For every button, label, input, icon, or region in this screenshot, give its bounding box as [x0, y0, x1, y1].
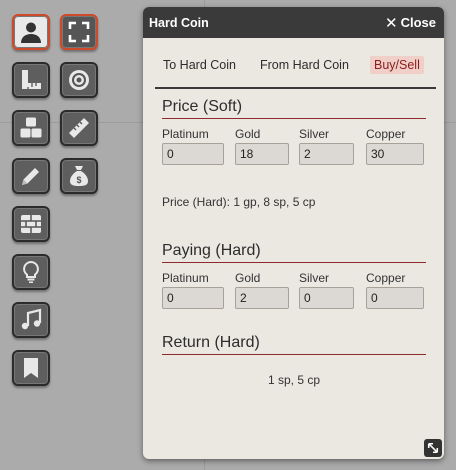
music-note-icon: [21, 308, 42, 330]
close-button[interactable]: ✕ Close: [385, 14, 436, 32]
price-soft-fields: Platinum Gold Silver Copper: [162, 127, 426, 175]
dialog-titlebar[interactable]: Hard Coin ✕ Close: [143, 7, 444, 38]
lightbulb-icon: [23, 260, 39, 283]
bookmark-icon: [24, 358, 38, 378]
target-tool-button[interactable]: [60, 62, 98, 98]
tab-to-hard-coin[interactable]: To Hard Coin: [163, 58, 236, 72]
paying-hard-heading: Paying (Hard): [162, 241, 426, 263]
hard-coin-dialog: Hard Coin ✕ Close To Hard Coin From Hard…: [143, 7, 444, 459]
money-bag-icon: $: [70, 166, 88, 186]
person-icon: [21, 22, 41, 43]
price-hard-text: Price (Hard): 1 gp, 8 sp, 5 cp: [162, 195, 316, 209]
tab-buy-sell[interactable]: Buy/Sell: [370, 56, 424, 74]
close-label: Close: [400, 15, 436, 30]
price-silver-input[interactable]: [299, 143, 354, 165]
gold-label: Gold: [235, 271, 261, 285]
money-tool-button[interactable]: $: [60, 158, 98, 194]
tab-bar: To Hard Coin From Hard Coin Buy/Sell: [155, 38, 436, 89]
target-icon: [69, 70, 89, 90]
wall-tool-button[interactable]: [12, 206, 50, 242]
select-tool-button[interactable]: [12, 14, 50, 50]
tab-from-hard-coin[interactable]: From Hard Coin: [260, 58, 349, 72]
paying-platinum-input[interactable]: [162, 287, 224, 309]
paying-hard-section: Paying (Hard) Platinum Gold Silver Coppe…: [162, 241, 426, 319]
draw-tool-button[interactable]: [12, 158, 50, 194]
resize-handle[interactable]: [424, 439, 442, 457]
copper-label: Copper: [366, 127, 406, 141]
paying-copper-input[interactable]: [366, 287, 424, 309]
price-soft-heading: Price (Soft): [162, 97, 426, 119]
price-copper-input[interactable]: [366, 143, 424, 165]
cubes-tool-button[interactable]: [12, 110, 50, 146]
platinum-label: Platinum: [162, 271, 209, 285]
copper-label: Copper: [366, 271, 406, 285]
hint-tool-button[interactable]: [12, 254, 50, 290]
return-hard-heading: Return (Hard): [162, 333, 426, 355]
price-soft-section: Price (Soft) Platinum Gold Silver Copper…: [162, 97, 426, 209]
ruler-square-icon: [22, 70, 41, 89]
silver-label: Silver: [299, 271, 330, 285]
expand-corners-icon: [68, 21, 90, 43]
ruler-icon: [69, 118, 89, 138]
paying-silver-input[interactable]: [299, 287, 354, 309]
cubes-icon: [20, 117, 42, 138]
price-platinum-input[interactable]: [162, 143, 224, 165]
bookmark-tool-button[interactable]: [12, 350, 50, 386]
svg-text:$: $: [76, 175, 81, 185]
silver-label: Silver: [299, 127, 330, 141]
return-hard-section: Return (Hard) 1 sp, 5 cp: [162, 333, 426, 387]
gold-label: Gold: [235, 127, 261, 141]
brick-wall-icon: [21, 215, 41, 233]
platinum-label: Platinum: [162, 127, 209, 141]
return-hard-value: 1 sp, 5 cp: [267, 373, 321, 387]
price-gold-input[interactable]: [235, 143, 289, 165]
fullscreen-tool-button[interactable]: [60, 14, 98, 50]
paying-gold-input[interactable]: [235, 287, 289, 309]
dialog-title: Hard Coin: [149, 15, 209, 30]
ruler-tool-button[interactable]: [60, 110, 98, 146]
measure-tool-button[interactable]: [12, 62, 50, 98]
close-icon: ✕: [385, 14, 398, 32]
music-tool-button[interactable]: [12, 302, 50, 338]
pencil-icon: [22, 168, 39, 185]
paying-hard-fields: Platinum Gold Silver Copper: [162, 271, 426, 319]
resize-arrows-icon: [427, 442, 439, 454]
